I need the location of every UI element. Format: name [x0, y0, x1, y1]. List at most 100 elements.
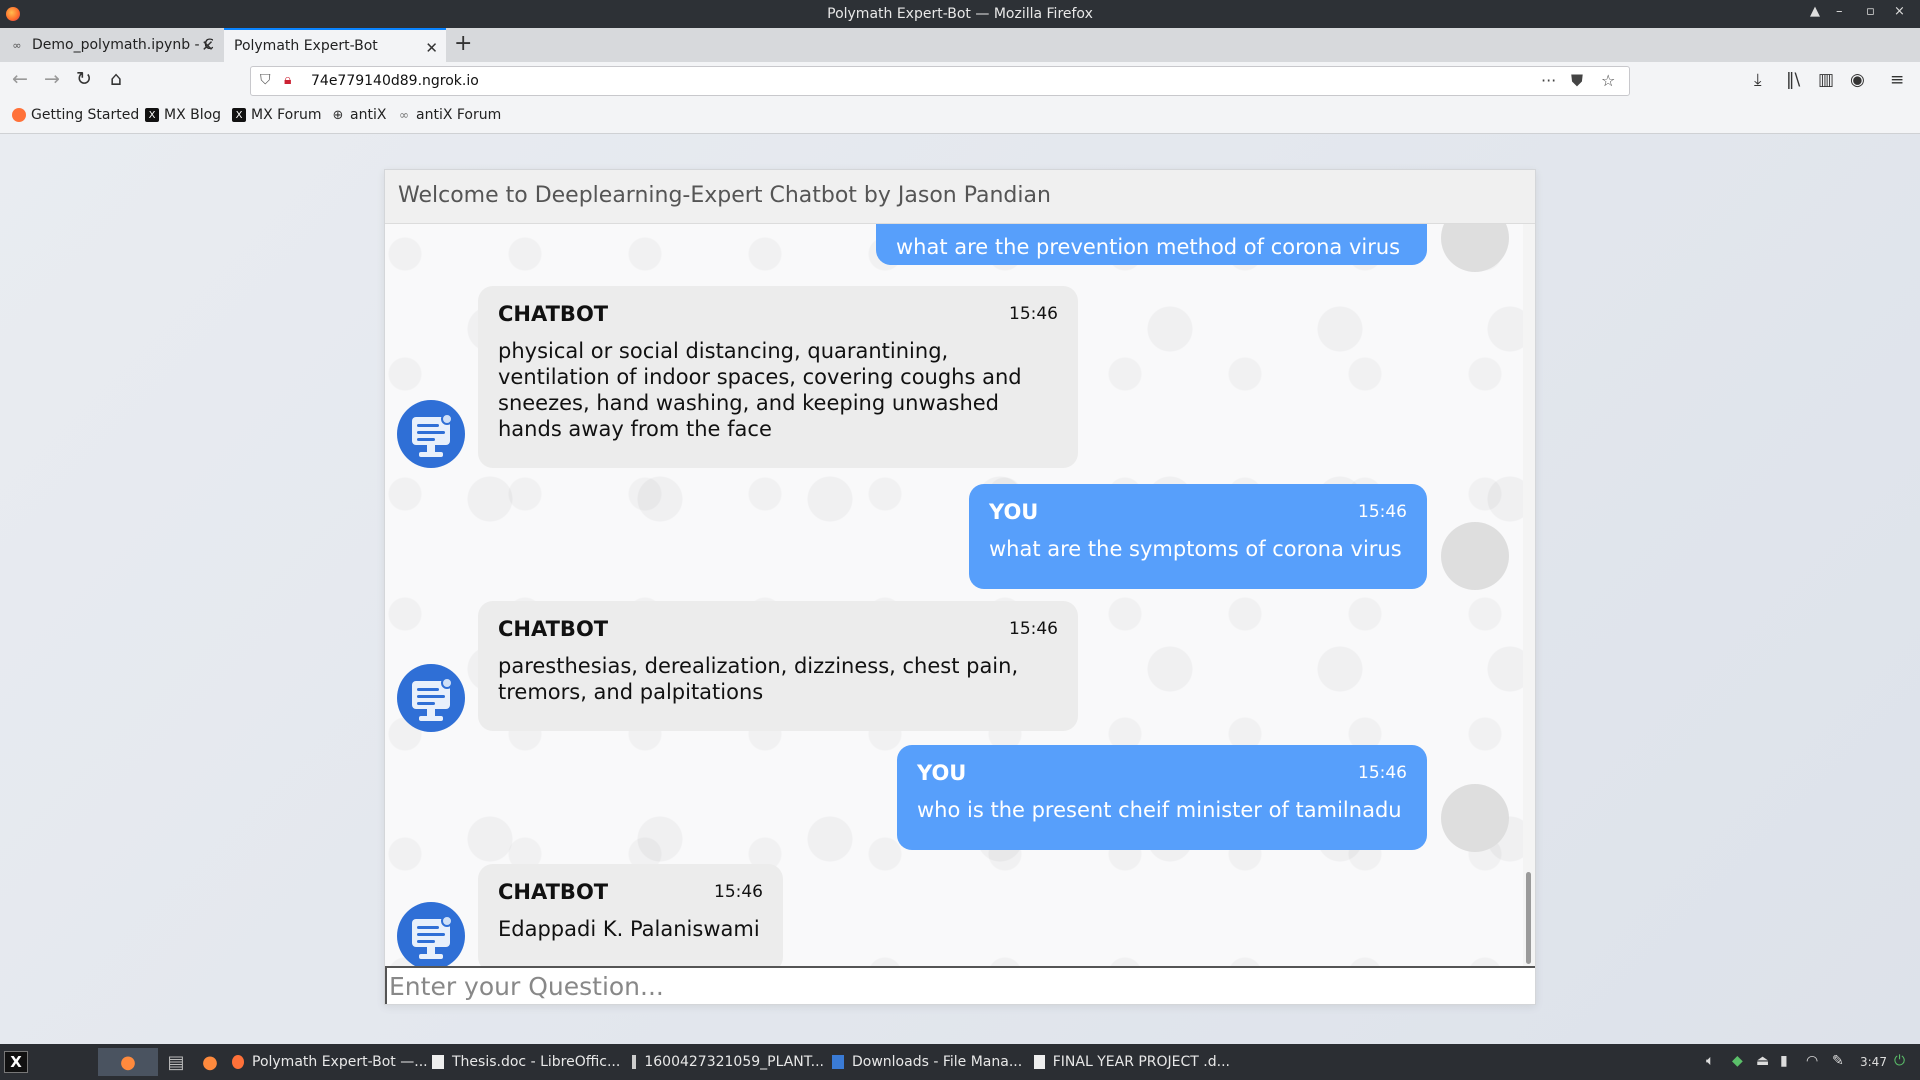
firefox-icon — [12, 108, 26, 122]
bot-message: CHATBOT 15:46 physical or social distanc… — [478, 286, 1078, 468]
image-viewer-icon — [632, 1055, 637, 1069]
user-message: YOU 15:46 who is the present cheif minis… — [897, 745, 1427, 850]
message-time: 15:46 — [714, 882, 763, 902]
user-avatar — [1441, 224, 1509, 272]
task-label: FINAL YEAR PROJECT .d... — [1052, 1054, 1230, 1070]
user-avatar — [1441, 784, 1509, 852]
bookmark-getting-started[interactable]: Getting Started — [12, 107, 139, 123]
task-firefox[interactable]: Polymath Expert-Bot —... — [232, 1050, 428, 1074]
address-bar[interactable]: ⛉ 🔒︎ 74e779140d89.ngrok.io ··· ⛊ ☆ — [250, 66, 1630, 96]
close-tab-icon[interactable]: ✕ — [201, 37, 214, 55]
chat-scrollbar[interactable] — [1523, 224, 1535, 966]
question-input-area — [385, 966, 1535, 1004]
eject-icon[interactable]: ⏏ — [1756, 1053, 1769, 1069]
message-sender: YOU — [989, 500, 1039, 524]
navigation-toolbar: ← → ↻ ⌂ ⛉ 🔒︎ 74e779140d89.ngrok.io ··· ⛊… — [0, 62, 1920, 99]
reload-button[interactable]: ↻ — [72, 68, 96, 90]
insecure-connection-icon[interactable]: 🔒︎ — [284, 72, 291, 88]
wifi-icon[interactable]: ◠ — [1806, 1053, 1818, 1069]
window-up-icon[interactable]: ▲ — [1810, 4, 1820, 19]
message-sender: YOU — [917, 761, 967, 785]
pocket-icon[interactable]: ⛊ — [1571, 71, 1583, 91]
file-manager-launcher-icon[interactable]: ▤ — [162, 1048, 190, 1076]
clipboard-icon[interactable]: ✎ — [1832, 1053, 1844, 1069]
bookmark-label: MX Blog — [164, 107, 222, 123]
task-label: Thesis.doc - LibreOffic... — [452, 1054, 621, 1070]
task-plant-image[interactable]: 1600427321059_PLANT... — [632, 1050, 824, 1074]
firefox-launcher-icon[interactable]: ● — [98, 1048, 158, 1076]
library-icon[interactable]: ‖\ — [1786, 70, 1800, 90]
tab-label: Polymath Expert-Bot — [234, 38, 378, 54]
question-input[interactable] — [387, 968, 1535, 1004]
window-titlebar: Polymath Expert-Bot — Mozilla Firefox ▲ … — [0, 0, 1920, 28]
back-button[interactable]: ← — [8, 68, 32, 90]
antix-icon: ∞ — [399, 108, 409, 122]
volume-icon[interactable]: 🔈︎ — [1706, 1053, 1714, 1069]
user-message: what are the prevention method of corona… — [876, 224, 1427, 265]
task-final-year-project[interactable]: FINAL YEAR PROJECT .d... — [1034, 1050, 1230, 1074]
jupyter-icon: ∞ — [12, 38, 22, 52]
message-text: paresthesias, derealization, dizziness, … — [498, 654, 1019, 704]
new-tab-button[interactable]: + — [454, 31, 472, 56]
task-label: 1600427321059_PLANT... — [644, 1054, 824, 1070]
menu-hamburger-icon[interactable]: ≡ — [1890, 70, 1904, 90]
mx-logo-icon: X — [145, 108, 159, 122]
browser-launcher-icon[interactable]: ● — [196, 1048, 224, 1076]
bookmark-label: MX Forum — [251, 107, 322, 123]
tab-demo-notebook[interactable]: ∞ Demo_polymath.ipynb - C ✕ — [0, 28, 222, 62]
forward-button[interactable]: → — [40, 68, 64, 90]
message-sender: CHATBOT — [498, 880, 609, 904]
scrollbar-thumb[interactable] — [1526, 872, 1531, 964]
document-icon — [432, 1055, 444, 1069]
bookmark-antix[interactable]: ⊕ antiX — [331, 107, 387, 123]
message-text: what are the prevention method of corona… — [896, 235, 1401, 259]
message-text: physical or social distancing, quarantin… — [498, 339, 1022, 441]
downloads-icon[interactable]: ⤓ — [1754, 70, 1762, 90]
bookmark-mx-blog[interactable]: X MX Blog — [145, 107, 221, 123]
power-icon[interactable]: ⏻ — [1894, 1053, 1905, 1069]
close-window-button[interactable]: × — [1894, 4, 1905, 19]
bookmark-label: Getting Started — [31, 107, 140, 123]
task-label: Downloads - File Mana... — [852, 1054, 1023, 1070]
firefox-icon — [232, 1055, 244, 1069]
bookmark-label: antiX Forum — [416, 107, 502, 123]
chatbot-avatar-icon — [397, 400, 465, 468]
page-viewport: Welcome to Deeplearning-Expert Chatbot b… — [0, 134, 1920, 1044]
task-file-manager[interactable]: Downloads - File Mana... — [832, 1050, 1028, 1074]
message-sender: CHATBOT — [498, 617, 609, 641]
url-text[interactable]: 74e779140d89.ngrok.io — [311, 73, 479, 89]
chatbot-avatar-icon — [397, 664, 465, 732]
bookmark-label: antiX — [350, 107, 387, 123]
tab-polymath-expert-bot[interactable]: Polymath Expert-Bot ✕ — [224, 28, 446, 62]
home-button[interactable]: ⌂ — [104, 68, 128, 90]
sidebar-icon[interactable]: ▥ — [1818, 70, 1834, 90]
battery-icon[interactable]: ▮ — [1780, 1053, 1788, 1069]
message-time: 15:46 — [1358, 763, 1407, 783]
tracking-shield-icon[interactable]: ⛉ — [260, 72, 271, 88]
bookmark-antix-forum[interactable]: ∞ antiX Forum — [397, 107, 501, 123]
maximize-button[interactable]: ▫ — [1866, 4, 1875, 19]
start-menu-button[interactable]: X — [4, 1051, 28, 1073]
updater-icon[interactable]: ◆ — [1732, 1053, 1743, 1069]
task-label: Polymath Expert-Bot —... — [252, 1054, 428, 1070]
bookmark-star-icon[interactable]: ☆ — [1601, 71, 1615, 90]
minimize-button[interactable]: – — [1836, 4, 1843, 19]
window-title: Polymath Expert-Bot — Mozilla Firefox — [827, 6, 1093, 22]
user-message: YOU 15:46 what are the symptoms of coron… — [969, 484, 1427, 589]
page-actions-icon[interactable]: ··· — [1541, 71, 1556, 90]
bookmark-mx-forum[interactable]: X MX Forum — [232, 107, 322, 123]
chat-messages[interactable]: what are the prevention method of corona… — [385, 224, 1523, 966]
message-time: 15:46 — [1009, 619, 1058, 639]
message-text: Edappadi K. Palaniswami — [498, 917, 760, 941]
account-icon[interactable]: ◉ — [1850, 70, 1865, 90]
chat-window: Welcome to Deeplearning-Expert Chatbot b… — [384, 169, 1536, 1005]
clock[interactable]: 3:47 — [1860, 1055, 1887, 1069]
close-tab-icon[interactable]: ✕ — [425, 39, 438, 57]
task-libreoffice[interactable]: Thesis.doc - LibreOffic... — [432, 1050, 622, 1074]
globe-icon: ⊕ — [332, 107, 344, 123]
document-icon — [1034, 1055, 1045, 1069]
message-sender: CHATBOT — [498, 302, 609, 326]
tab-bar: ∞ Demo_polymath.ipynb - C ✕ Polymath Exp… — [0, 28, 1920, 62]
tab-label: Demo_polymath.ipynb - C — [32, 37, 214, 53]
bot-message: CHATBOT 15:46 Edappadi K. Palaniswami — [478, 864, 783, 966]
